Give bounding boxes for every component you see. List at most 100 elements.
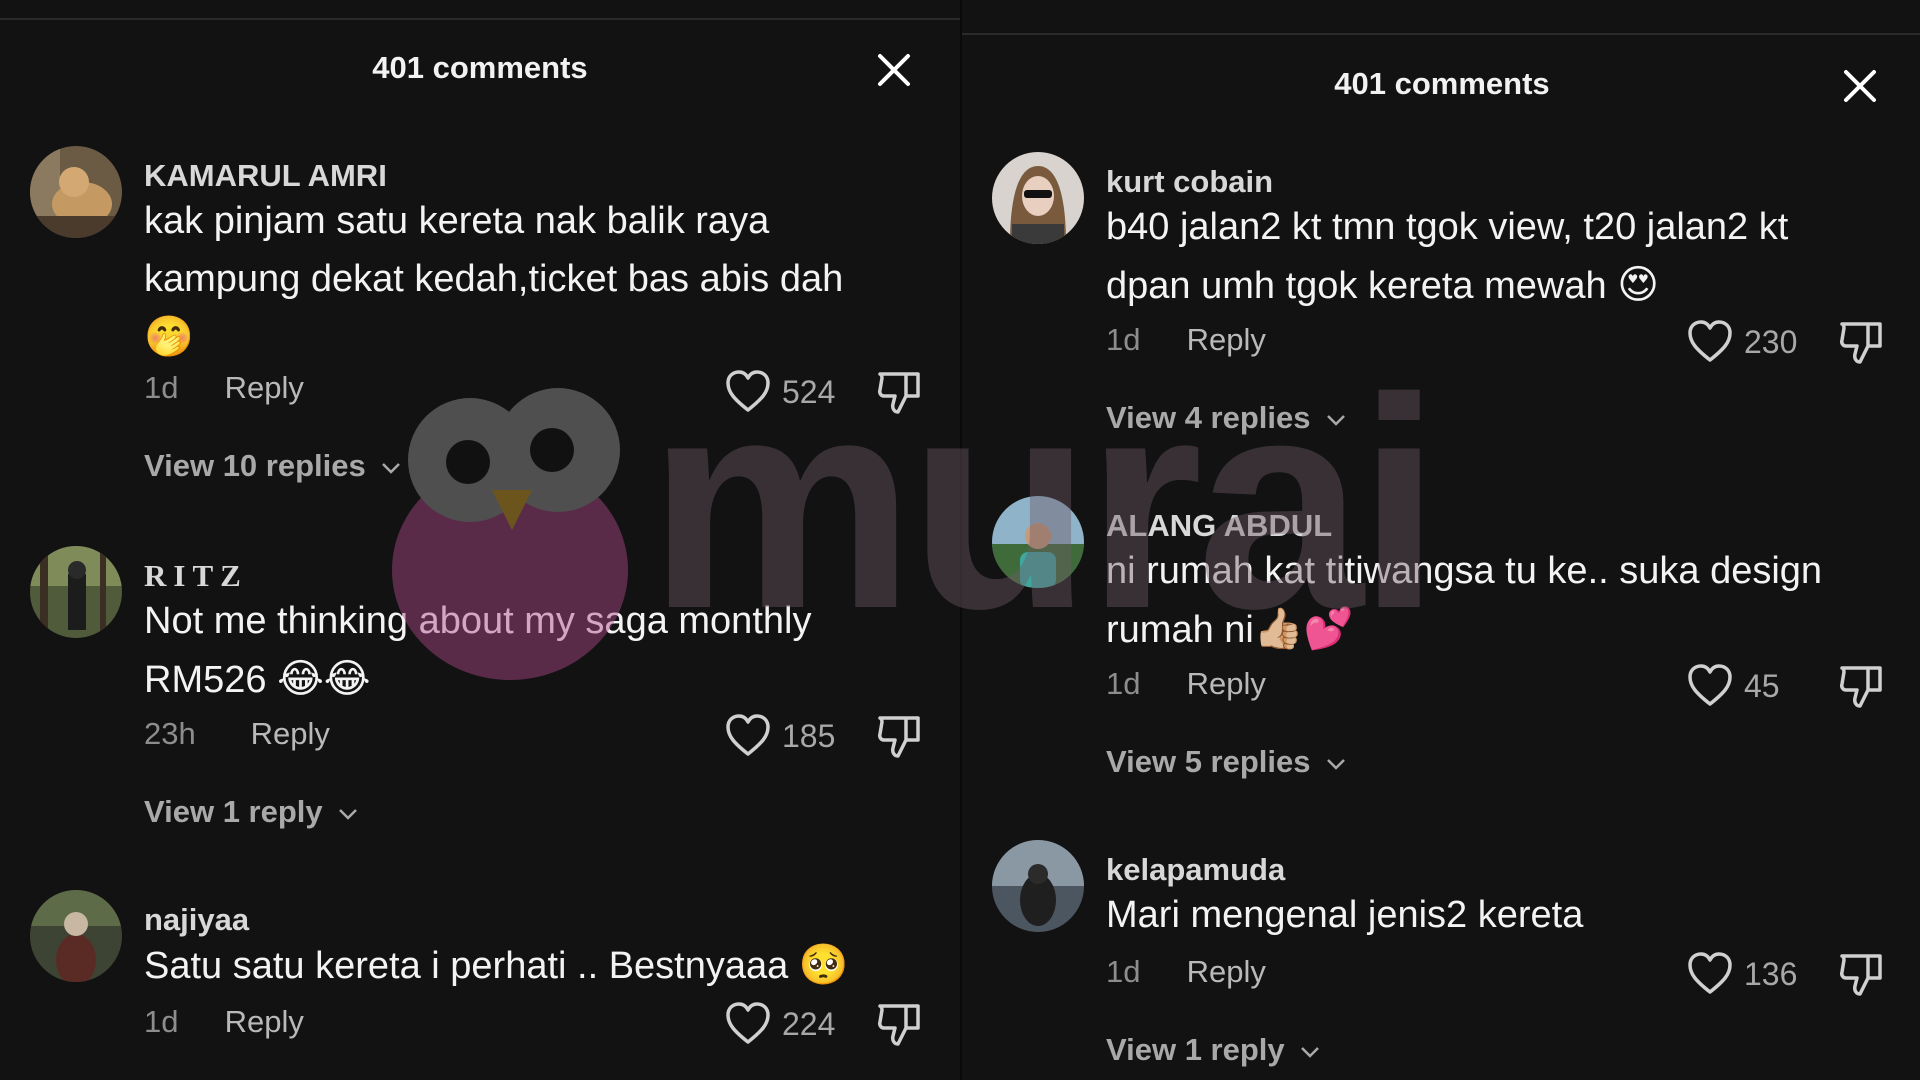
like-count: 230 bbox=[1744, 324, 1798, 360]
comment-time: 1d bbox=[1106, 666, 1141, 701]
thumbs-down-icon bbox=[1840, 322, 1882, 364]
comment-time: 1d bbox=[144, 370, 179, 405]
close-icon bbox=[878, 54, 910, 86]
reply-button[interactable]: Reply bbox=[1187, 666, 1266, 701]
close-icon bbox=[1844, 70, 1876, 102]
comment-meta: 23h Reply bbox=[144, 716, 330, 752]
reply-button[interactable]: Reply bbox=[1187, 322, 1266, 357]
avatar[interactable] bbox=[992, 152, 1084, 244]
comments-count-title: 401 comments bbox=[1334, 66, 1550, 101]
view-replies-label: View 4 replies bbox=[1106, 400, 1311, 435]
avatar[interactable] bbox=[992, 840, 1084, 932]
comment-author[interactable]: KAMARUL AMRI bbox=[144, 158, 387, 194]
close-button[interactable] bbox=[1840, 66, 1880, 106]
reply-button[interactable]: Reply bbox=[1187, 954, 1266, 989]
view-replies-label: View 5 replies bbox=[1106, 744, 1311, 779]
comment-author[interactable]: najiyaa bbox=[144, 902, 249, 938]
dislike-button[interactable] bbox=[1838, 662, 1884, 710]
comment-meta: 1d Reply bbox=[1106, 322, 1266, 358]
avatar[interactable] bbox=[30, 890, 122, 982]
avatar[interactable] bbox=[30, 546, 122, 638]
like-button[interactable]: 136 bbox=[1686, 950, 1816, 998]
emoji: 🥺 bbox=[798, 942, 849, 988]
like-count: 185 bbox=[782, 718, 836, 754]
dislike-button[interactable] bbox=[876, 1000, 922, 1048]
chevron-down-icon bbox=[1301, 1046, 1320, 1058]
chevron-down-icon bbox=[339, 808, 358, 820]
reply-button[interactable]: Reply bbox=[251, 716, 330, 751]
avatar[interactable] bbox=[30, 146, 122, 238]
thumbs-down-icon bbox=[1840, 666, 1882, 708]
comment-text-content: kak pinjam satu kereta nak balik raya ka… bbox=[144, 200, 844, 300]
comment-meta: 1d Reply bbox=[1106, 954, 1266, 990]
view-replies-button[interactable]: View 5 replies bbox=[1106, 744, 1347, 780]
comment-text: ni rumah kat titiwangsa tu ke.. suka des… bbox=[1106, 542, 1866, 659]
like-count: 45 bbox=[1744, 668, 1780, 704]
like-button[interactable]: 230 bbox=[1686, 318, 1816, 366]
comment-time: 1d bbox=[1106, 322, 1141, 357]
comment-meta: 1d Reply bbox=[144, 370, 304, 406]
dislike-button[interactable] bbox=[876, 368, 922, 416]
comment-text-content: Satu satu kereta i perhati .. Bestnyaaa bbox=[144, 945, 789, 987]
chevron-down-icon bbox=[382, 462, 401, 474]
comment-text-content: b40 jalan2 kt tmn tgok view, t20 jalan2 … bbox=[1106, 206, 1789, 307]
comment-time: 1d bbox=[144, 1004, 179, 1039]
reply-button[interactable]: Reply bbox=[225, 1004, 304, 1039]
thumbs-down-icon bbox=[1840, 954, 1882, 996]
heart-outline-icon bbox=[1688, 320, 1732, 362]
dislike-button[interactable] bbox=[876, 712, 922, 760]
reply-button[interactable]: Reply bbox=[225, 370, 304, 405]
heart-outline-icon bbox=[1688, 952, 1732, 994]
like-button[interactable]: 185 bbox=[724, 712, 854, 760]
comment-author[interactable]: kurt cobain bbox=[1106, 164, 1273, 200]
like-button[interactable]: 524 bbox=[724, 368, 854, 416]
emoji: 👍🏼💕 bbox=[1253, 606, 1354, 652]
heart-outline-icon bbox=[726, 714, 770, 756]
comment-text: Satu satu kereta i perhati .. Bestnyaaa … bbox=[144, 936, 904, 995]
close-button[interactable] bbox=[874, 50, 914, 90]
dislike-button[interactable] bbox=[1838, 950, 1884, 998]
like-button[interactable]: 224 bbox=[724, 1000, 854, 1048]
comment-text: Mari mengenal jenis2 kereta bbox=[1106, 886, 1866, 944]
comment-author[interactable]: ALANG ABDUL bbox=[1106, 508, 1332, 544]
comment-text: b40 jalan2 kt tmn tgok view, t20 jalan2 … bbox=[1106, 198, 1866, 315]
view-replies-label: View 1 reply bbox=[1106, 1032, 1285, 1067]
like-button[interactable]: 45 bbox=[1686, 662, 1816, 710]
like-count: 524 bbox=[782, 374, 836, 410]
view-replies-label: View 1 reply bbox=[144, 794, 323, 829]
comment-time: 23h bbox=[144, 716, 196, 751]
comment-meta: 1d Reply bbox=[144, 1004, 304, 1040]
comment-text-content: Mari mengenal jenis2 kereta bbox=[1106, 894, 1584, 936]
emoji: 😍 bbox=[1617, 262, 1659, 308]
heart-outline-icon bbox=[726, 370, 770, 412]
like-count: 224 bbox=[782, 1006, 836, 1042]
emoji: 😂😂 bbox=[277, 656, 371, 702]
comments-panel-left: 401 comments KAMARUL AMRI kak pinjam sat… bbox=[0, 0, 960, 1080]
heart-outline-icon bbox=[1688, 664, 1732, 706]
like-count: 136 bbox=[1744, 956, 1798, 992]
thumbs-down-icon bbox=[878, 716, 920, 758]
comments-count-title: 401 comments bbox=[372, 50, 588, 85]
heart-outline-icon bbox=[726, 1002, 770, 1044]
avatar[interactable] bbox=[992, 496, 1084, 588]
comment-text-content: Not me thinking about my saga monthly RM… bbox=[144, 600, 812, 701]
comment-text-content: ni rumah kat titiwangsa tu ke.. suka des… bbox=[1106, 550, 1823, 651]
divider bbox=[0, 18, 960, 20]
comment-author[interactable]: kelapamuda bbox=[1106, 852, 1285, 888]
thumbs-down-icon bbox=[878, 372, 920, 414]
view-replies-button[interactable]: View 1 reply bbox=[1106, 1032, 1321, 1068]
dislike-button[interactable] bbox=[1838, 318, 1884, 366]
comments-panel-right: 401 comments kurt cobain b40 jalan2 kt t… bbox=[960, 0, 1920, 1080]
view-replies-button[interactable]: View 1 reply bbox=[144, 794, 359, 830]
comment-time: 1d bbox=[1106, 954, 1141, 989]
emoji: 🤭 bbox=[144, 314, 194, 360]
thumbs-down-icon bbox=[878, 1004, 920, 1046]
comment-author[interactable]: RITZ bbox=[144, 558, 248, 594]
view-replies-button[interactable]: View 4 replies bbox=[1106, 400, 1347, 436]
chevron-down-icon bbox=[1327, 414, 1346, 426]
view-replies-label: View 10 replies bbox=[144, 448, 366, 483]
view-replies-button[interactable]: View 10 replies bbox=[144, 448, 402, 484]
divider bbox=[962, 33, 1920, 35]
chevron-down-icon bbox=[1327, 758, 1346, 770]
comment-text: Not me thinking about my saga monthly RM… bbox=[144, 592, 904, 709]
